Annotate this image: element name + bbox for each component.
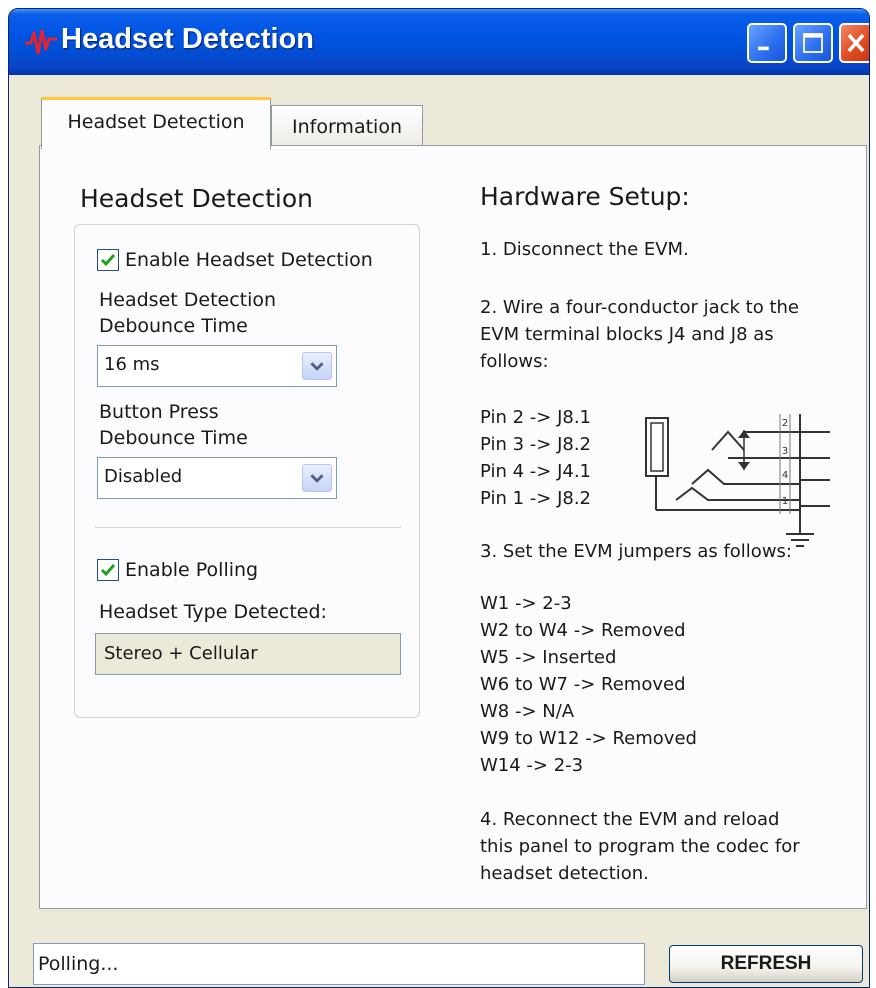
debounce-label-line2: Debounce Time (99, 315, 248, 337)
tab-headset-detection[interactable]: Headset Detection (41, 97, 271, 149)
type-detected-field: Stereo + Cellular (95, 633, 401, 675)
debounce-time-value: 16 ms (104, 354, 160, 375)
tab-page: Headset Detection Enable Headset Detecti… (39, 145, 867, 909)
button-press-label-line2: Debounce Time (99, 427, 248, 449)
type-detected-label: Headset Type Detected: (99, 601, 327, 623)
jack-pin-label: 3 (782, 446, 788, 457)
jumper-setting-4: W6 to W7 -> Removed (480, 674, 686, 695)
hw-step3: 3. Set the EVM jumpers as follows: (480, 541, 792, 562)
close-icon (847, 33, 865, 53)
pin-mapping-4: Pin 1 -> J8.2 (480, 488, 591, 509)
button-press-value: Disabled (104, 466, 183, 487)
chevron-down-icon (310, 474, 324, 483)
enable-detection-checkbox[interactable] (97, 249, 119, 271)
hw-step4-line1: 4. Reconnect the EVM and reload (480, 809, 780, 830)
headset-detection-window: Headset Detection Headset Detection Info… (8, 8, 870, 988)
jumper-setting-5: W8 -> N/A (480, 701, 575, 722)
jumper-setting-3: W5 -> Inserted (480, 647, 617, 668)
enable-detection-row[interactable]: Enable Headset Detection (97, 249, 373, 271)
pin-mapping-2: Pin 3 -> J8.2 (480, 434, 591, 455)
jumper-setting-7: W14 -> 2-3 (480, 755, 584, 776)
groupbox-divider (95, 527, 401, 529)
hw-step2-line1: 2. Wire a four-conductor jack to the (480, 297, 799, 318)
checkmark-icon (100, 254, 116, 267)
maximize-icon (803, 33, 823, 53)
jumper-setting-6: W9 to W12 -> Removed (480, 728, 697, 749)
detection-groupbox: Enable Headset Detection Headset Detecti… (74, 224, 420, 718)
pin-mapping-3: Pin 4 -> J4.1 (480, 461, 591, 482)
hardware-setup-title: Hardware Setup: (480, 182, 690, 211)
hw-step1: 1. Disconnect the EVM. (480, 239, 689, 260)
button-press-select[interactable]: Disabled (97, 457, 337, 499)
detection-section-title: Headset Detection (80, 184, 313, 213)
minimize-icon (758, 46, 769, 51)
jumper-setting-1: W1 -> 2-3 (480, 593, 572, 614)
enable-polling-row[interactable]: Enable Polling (97, 559, 258, 581)
hw-step2-line3: follows: (480, 351, 549, 372)
app-logo-icon (25, 29, 57, 55)
refresh-button[interactable]: REFRESH (669, 945, 863, 983)
enable-polling-checkbox[interactable] (97, 559, 119, 581)
enable-polling-label: Enable Polling (125, 559, 259, 581)
window-client-area: Headset Detection Information Headset De… (13, 75, 867, 987)
jack-pin-label: 2 (782, 418, 788, 429)
enable-detection-label: Enable Headset Detection (125, 249, 373, 271)
button-press-dropdown-button[interactable] (302, 464, 332, 492)
jack-pin-label: 1 (782, 496, 788, 507)
debounce-dropdown-button[interactable] (302, 352, 332, 380)
maximize-button[interactable] (793, 23, 833, 63)
title-bar[interactable]: Headset Detection (9, 9, 869, 75)
hw-step4-line3: headset detection. (480, 863, 649, 884)
jack-pin-label: 4 (782, 470, 788, 481)
jumper-setting-2: W2 to W4 -> Removed (480, 620, 686, 641)
minimize-button[interactable] (747, 23, 787, 63)
hw-step4-line2: this panel to program the codec for (480, 836, 800, 857)
debounce-time-select[interactable]: 16 ms (97, 345, 337, 387)
debounce-label-line1: Headset Detection (99, 289, 277, 311)
status-field: Polling... (33, 943, 645, 985)
hw-step2-line2: EVM terminal blocks J4 and J8 as (480, 324, 774, 345)
chevron-down-icon (310, 362, 324, 371)
window-title: Headset Detection (61, 23, 315, 55)
checkmark-icon (100, 564, 116, 577)
pin-mapping-1: Pin 2 -> J8.1 (480, 407, 591, 428)
close-button[interactable] (839, 23, 869, 63)
button-press-label-line1: Button Press (99, 401, 219, 423)
tab-information[interactable]: Information (271, 105, 423, 147)
